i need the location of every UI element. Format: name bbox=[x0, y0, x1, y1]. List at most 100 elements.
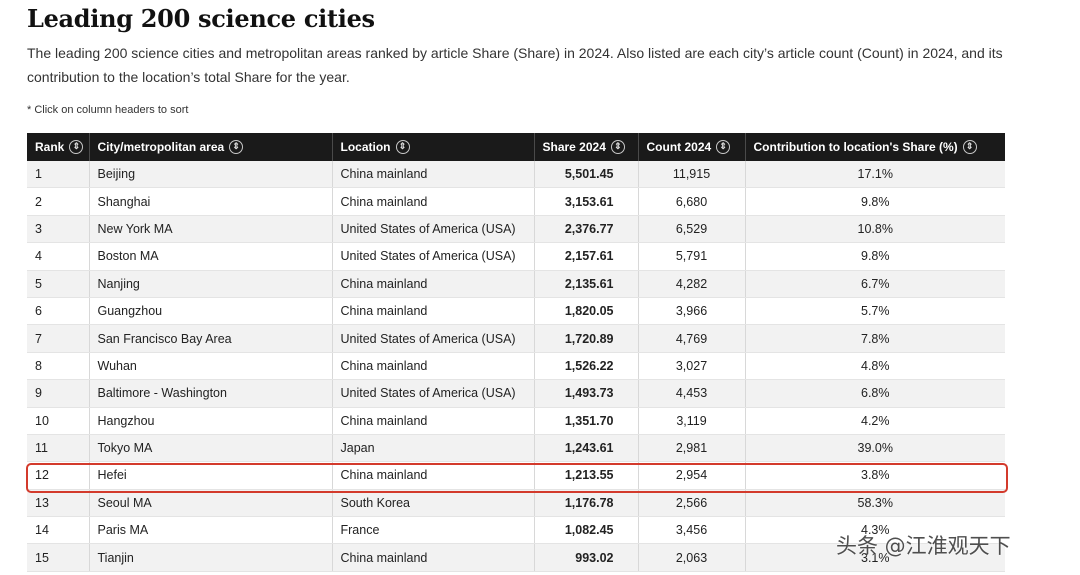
column-header-contribution[interactable]: Contribution to location's Share (%) ⇕ bbox=[745, 133, 1005, 161]
table-row: 10 Hangzhou China mainland 1,351.70 3,119 4.2… bbox=[27, 407, 1005, 435]
contribution-cell: 5.7% bbox=[745, 297, 1005, 326]
share-cell: 1,243.61 bbox=[534, 434, 639, 463]
share-cell: 2,376.77 bbox=[534, 215, 639, 244]
table-row: 11 Tokyo MA Japan 1,243.61 2,981 39.0% bbox=[27, 434, 1005, 463]
rank-cell: 2 bbox=[27, 187, 90, 216]
table-row: 1 Beijing China mainland 5,501.45 11,915 17.1… bbox=[27, 161, 1005, 189]
table-body: 1 Beijing China mainland 5,501.45 11,915 17.1… bbox=[27, 161, 1005, 572]
sort-icon[interactable]: ⇕ bbox=[962, 140, 977, 155]
city-cell: Nanjing bbox=[89, 270, 333, 298]
location-cell: South Korea bbox=[332, 489, 535, 518]
share-cell: 1,213.55 bbox=[534, 461, 639, 490]
rank-cell: 5 bbox=[27, 270, 90, 298]
contribution-cell: 7.8% bbox=[745, 324, 1005, 353]
contribution-cell: 6.7% bbox=[745, 270, 1005, 298]
location-cell: Japan bbox=[332, 434, 535, 463]
share-cell: 1,720.89 bbox=[534, 324, 639, 353]
sort-icon[interactable]: ⇕ bbox=[395, 140, 410, 155]
share-cell: 1,176.78 bbox=[534, 489, 639, 518]
rank-cell: 3 bbox=[27, 215, 90, 244]
sort-hint: * Click on column headers to sort bbox=[27, 104, 189, 116]
table-header-row: Rank ⇕ City/metropolitan area ⇕ Location ⇕ … bbox=[27, 133, 1005, 161]
column-header-count[interactable]: Count 2024 ⇕ bbox=[638, 133, 746, 161]
share-cell: 1,526.22 bbox=[534, 352, 639, 381]
count-cell: 4,453 bbox=[638, 379, 746, 408]
contribution-cell: 58.3% bbox=[745, 489, 1005, 518]
table-row: 12 Hefei China mainland 1,213.55 2,954 3.8% bbox=[27, 461, 1005, 490]
location-cell: United States of America (USA) bbox=[332, 379, 535, 408]
count-cell: 6,529 bbox=[638, 215, 746, 244]
count-cell: 11,915 bbox=[638, 161, 746, 189]
city-cell: Hangzhou bbox=[89, 407, 333, 435]
count-cell: 2,566 bbox=[638, 489, 746, 518]
location-cell: France bbox=[332, 516, 535, 545]
rank-cell: 6 bbox=[27, 297, 90, 326]
location-cell: China mainland bbox=[332, 461, 535, 490]
column-header-label: Rank bbox=[35, 139, 65, 154]
column-header-share[interactable]: Share 2024 ⇕ bbox=[534, 133, 639, 161]
contribution-cell: 4.2% bbox=[745, 407, 1005, 435]
page-title: Leading 200 science cities bbox=[27, 4, 375, 33]
column-header-city[interactable]: City/metropolitan area ⇕ bbox=[89, 133, 333, 161]
column-header-rank[interactable]: Rank ⇕ bbox=[27, 133, 90, 161]
share-cell: 5,501.45 bbox=[534, 161, 639, 189]
rank-cell: 8 bbox=[27, 352, 90, 381]
sort-icon[interactable]: ⇕ bbox=[69, 140, 84, 155]
page-description: The leading 200 science cities and metro… bbox=[27, 45, 1003, 85]
count-cell: 2,954 bbox=[638, 461, 746, 490]
city-cell: Tianjin bbox=[89, 543, 333, 572]
column-header-location[interactable]: Location ⇕ bbox=[332, 133, 535, 161]
count-cell: 3,119 bbox=[638, 407, 746, 435]
location-cell: China mainland bbox=[332, 187, 535, 216]
count-cell: 3,456 bbox=[638, 516, 746, 545]
table-row: 4 Boston MA United States of America (USA)… bbox=[27, 242, 1005, 271]
city-cell: Paris MA bbox=[89, 516, 333, 545]
contribution-cell: 9.8% bbox=[745, 187, 1005, 216]
share-cell: 2,135.61 bbox=[534, 270, 639, 298]
rank-cell: 10 bbox=[27, 407, 90, 435]
sort-icon[interactable]: ⇕ bbox=[229, 140, 244, 155]
count-cell: 2,981 bbox=[638, 434, 746, 463]
share-cell: 1,351.70 bbox=[534, 407, 639, 435]
table-row: 9 Baltimore - Washington United States of … bbox=[27, 379, 1005, 408]
contribution-cell: 3.8% bbox=[745, 461, 1005, 490]
city-cell: New York MA bbox=[89, 215, 333, 244]
column-header-label: Count 2024 bbox=[646, 139, 712, 154]
table-row: 5 Nanjing China mainland 2,135.61 4,282 6.7% bbox=[27, 270, 1005, 298]
count-cell: 5,791 bbox=[638, 242, 746, 271]
sort-icon[interactable]: ⇕ bbox=[610, 140, 625, 155]
contribution-cell: 39.0% bbox=[745, 434, 1005, 463]
location-cell: United States of America (USA) bbox=[332, 324, 535, 353]
city-cell: Boston MA bbox=[89, 242, 333, 271]
city-cell: Seoul MA bbox=[89, 489, 333, 518]
city-cell: Guangzhou bbox=[89, 297, 333, 326]
column-header-label: City/metropolitan area bbox=[97, 139, 225, 154]
table-row: 13 Seoul MA South Korea 1,176.78 2,566 58.3% bbox=[27, 489, 1005, 518]
location-cell: China mainland bbox=[332, 407, 535, 435]
rank-cell: 12 bbox=[27, 461, 90, 490]
column-header-label: Location bbox=[340, 139, 391, 154]
rank-cell: 13 bbox=[27, 489, 90, 518]
share-cell: 993.02 bbox=[534, 543, 639, 572]
column-header-label: Share 2024 bbox=[542, 139, 606, 154]
contribution-cell: 10.8% bbox=[745, 215, 1005, 244]
count-cell: 4,769 bbox=[638, 324, 746, 353]
table-row: 8 Wuhan China mainland 1,526.22 3,027 4.8% bbox=[27, 352, 1005, 381]
location-cell: United States of America (USA) bbox=[332, 242, 535, 271]
contribution-cell: 17.1% bbox=[745, 161, 1005, 189]
rank-cell: 7 bbox=[27, 324, 90, 353]
count-cell: 3,966 bbox=[638, 297, 746, 326]
city-cell: Wuhan bbox=[89, 352, 333, 381]
science-cities-table: Rank ⇕ City/metropolitan area ⇕ Location ⇕ … bbox=[27, 133, 1005, 572]
count-cell: 6,680 bbox=[638, 187, 746, 216]
watermark: 头条 @江淮观天下 bbox=[836, 534, 1011, 558]
share-cell: 2,157.61 bbox=[534, 242, 639, 271]
table-row: 6 Guangzhou China mainland 1,820.05 3,966 5.7… bbox=[27, 297, 1005, 326]
city-cell: Hefei bbox=[89, 461, 333, 490]
sort-icon[interactable]: ⇕ bbox=[716, 140, 731, 155]
rank-cell: 11 bbox=[27, 434, 90, 463]
location-cell: China mainland bbox=[332, 270, 535, 298]
count-cell: 4,282 bbox=[638, 270, 746, 298]
city-cell: Tokyo MA bbox=[89, 434, 333, 463]
table-row: 2 Shanghai China mainland 3,153.61 6,680 9.8% bbox=[27, 187, 1005, 216]
